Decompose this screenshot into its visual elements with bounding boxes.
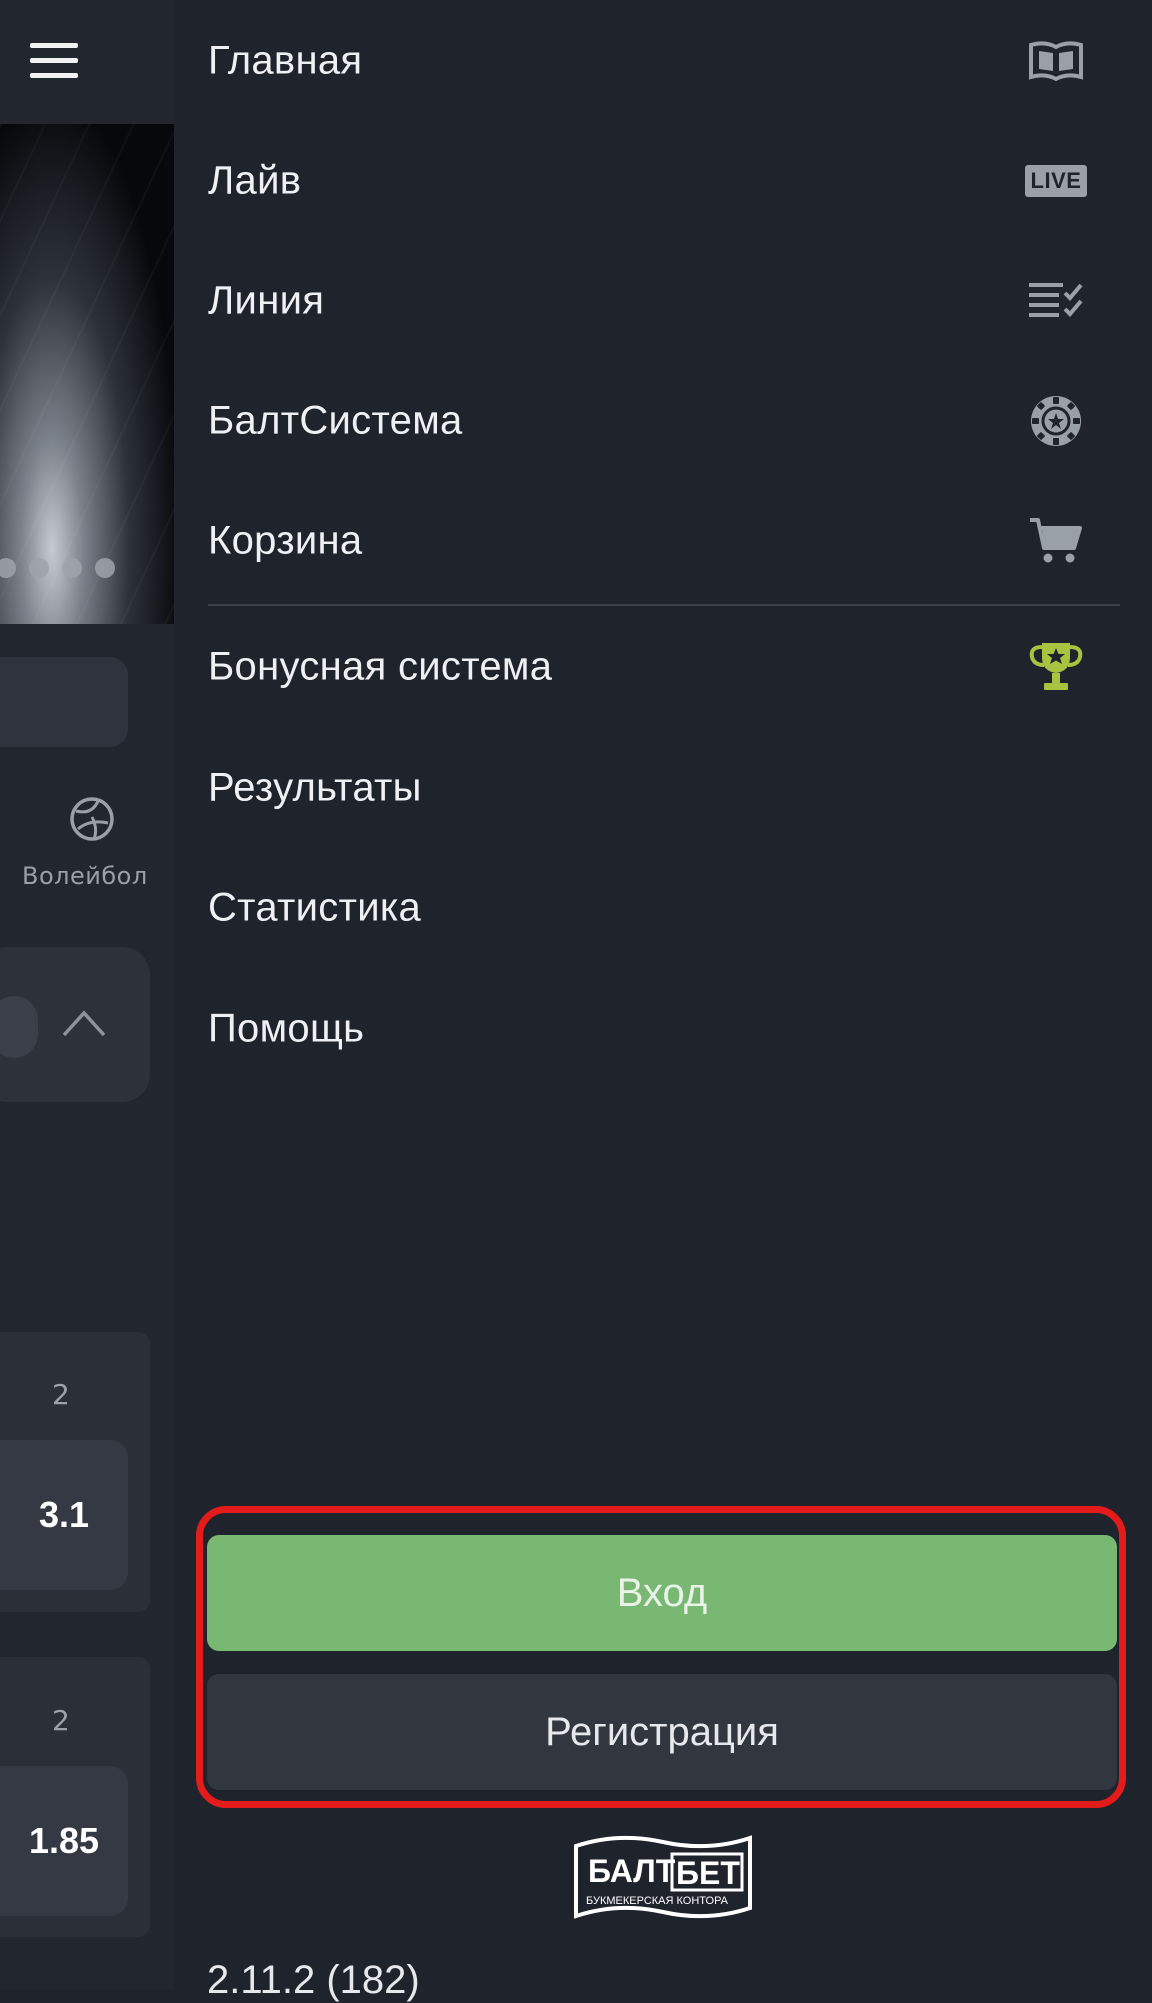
- menu-item-label: Корзина: [208, 518, 363, 563]
- menu-item-statistics[interactable]: Статистика: [174, 848, 1152, 968]
- logo-word-bet: БЕТ: [676, 1855, 740, 1891]
- live-badge: LIVE: [1024, 165, 1088, 197]
- menu-item-label: Помощь: [208, 1006, 365, 1051]
- menu-item-label: Линия: [208, 278, 325, 323]
- promo-banner[interactable]: [0, 124, 174, 624]
- logo-word-balt: БАЛТ: [588, 1853, 676, 1889]
- menu-item-baltsystema[interactable]: БалтСистема: [174, 361, 1152, 481]
- menu-item-label: Результаты: [208, 765, 422, 810]
- menu-item-bonus-system[interactable]: Бонусная система: [174, 607, 1152, 727]
- banner-pagination-dots[interactable]: [0, 558, 115, 578]
- menu-divider: [208, 604, 1120, 606]
- pagination-dot[interactable]: [29, 558, 49, 578]
- search-field[interactable]: [0, 657, 128, 747]
- volleyball-icon[interactable]: [68, 795, 116, 843]
- register-button[interactable]: Регистрация: [207, 1674, 1117, 1790]
- menu-item-label: Лайв: [208, 158, 302, 203]
- pagination-dot[interactable]: [0, 558, 16, 578]
- trophy-icon: [1026, 637, 1086, 697]
- checklist-icon: [1026, 271, 1086, 331]
- chevron-up-icon[interactable]: [60, 1005, 108, 1041]
- pagination-dot[interactable]: [95, 558, 115, 578]
- odds-column-header: 2: [52, 1704, 70, 1737]
- sport-label-volleyball[interactable]: Волейбол: [22, 862, 148, 890]
- menu-item-results[interactable]: Результаты: [174, 728, 1152, 848]
- menu-item-line[interactable]: Линия: [174, 241, 1152, 361]
- menu-item-help[interactable]: Помощь: [174, 969, 1152, 1089]
- banner-texture: [0, 124, 174, 624]
- menu-item-cart[interactable]: Корзина: [174, 481, 1152, 601]
- logo-tagline: БУКМЕКЕРСКАЯ КОНТОРА: [586, 1895, 729, 1907]
- live-icon: LIVE: [1024, 151, 1088, 211]
- menu-item-label: БалтСистема: [208, 398, 463, 443]
- odds-value: 3.1: [38, 1494, 90, 1535]
- odds-column-header: 2: [52, 1378, 70, 1411]
- baltbet-logo: БАЛТ БЕТ БУКМЕКЕРСКАЯ КОНТОРА: [574, 1835, 752, 1919]
- hamburger-menu-icon[interactable]: [30, 43, 78, 79]
- app-version: 2.11.2 (182): [207, 1958, 420, 2002]
- card-toggle-pill[interactable]: [0, 996, 38, 1058]
- pagination-dot[interactable]: [62, 558, 82, 578]
- menu-item-label: Главная: [208, 38, 363, 83]
- odds-value: 1.85: [28, 1820, 100, 1861]
- login-button[interactable]: Вход: [207, 1535, 1117, 1651]
- menu-item-live[interactable]: Лайв LIVE: [174, 121, 1152, 241]
- background-app: Волейбол 2 3.1 2 1.85: [0, 0, 174, 1989]
- menu-item-home[interactable]: Главная: [174, 1, 1152, 121]
- home-book-icon: [1026, 31, 1086, 91]
- menu-item-label: Бонусная система: [208, 644, 553, 689]
- cart-icon: [1026, 511, 1086, 571]
- menu-item-label: Статистика: [208, 885, 422, 930]
- chip-icon: [1026, 391, 1086, 451]
